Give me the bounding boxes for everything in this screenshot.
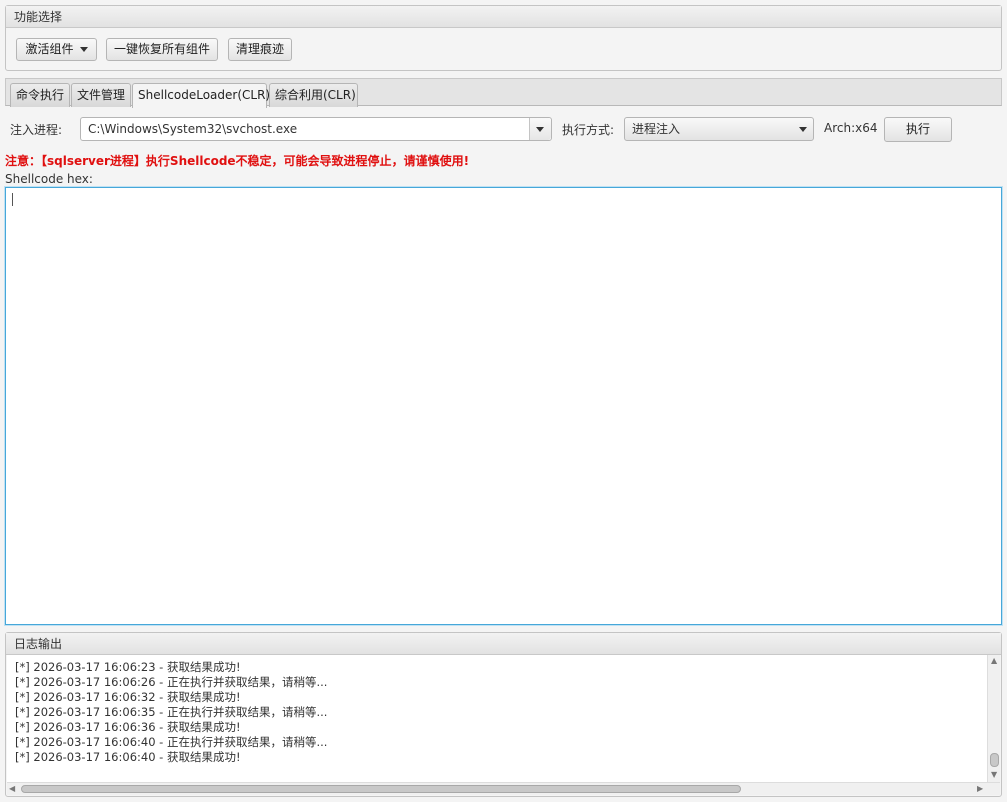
exec-method-label: 执行方式: [562, 123, 615, 137]
execute-button[interactable]: 执行 [884, 117, 952, 142]
inject-process-value: C:\Windows\System32\svchost.exe [88, 122, 298, 136]
log-line: [*] 2026-03-17 16:06:23 - 获取结果成功! [15, 660, 241, 674]
shellcode-hex-textarea[interactable] [5, 187, 1002, 625]
tab-comprehensive-use[interactable]: 综合利用(CLR) [269, 83, 358, 107]
tab-file-manager[interactable]: 文件管理 [71, 83, 131, 107]
scroll-left-icon[interactable]: ◀ [9, 784, 15, 794]
chevron-down-icon [79, 47, 88, 52]
log-output-textarea[interactable]: [*] 2026-03-17 16:06:23 - 获取结果成功! [*] 20… [7, 655, 1000, 782]
scroll-up-icon[interactable]: ▲ [991, 656, 997, 666]
function-select-pane: 功能选择 激活组件 一键恢复所有组件 清理痕迹 [5, 5, 1002, 71]
exec-method-value: 进程注入 [632, 122, 681, 136]
log-horizontal-scrollbar[interactable]: ◀ ▶ [7, 782, 1000, 795]
shellcode-hex-label: Shellcode hex: [5, 172, 93, 186]
warning-message: 注意：【sqlserver进程】执行Shellcode不稳定，可能会导致进程停止… [5, 154, 470, 168]
log-line: [*] 2026-03-17 16:06:35 - 正在执行并获取结果，请稍等.… [15, 705, 328, 719]
log-output-pane: 日志输出 [*] 2026-03-17 16:06:23 - 获取结果成功! [… [5, 632, 1002, 797]
chevron-down-icon [799, 127, 807, 132]
function-select-title: 功能选择 [6, 6, 1001, 28]
activate-component-label: 激活组件 [25, 42, 74, 56]
log-lines: [*] 2026-03-17 16:06:23 - 获取结果成功! [*] 20… [7, 655, 982, 765]
log-line: [*] 2026-03-17 16:06:32 - 获取结果成功! [15, 690, 241, 704]
inject-process-dropdown-button[interactable] [529, 118, 551, 140]
text-cursor [12, 193, 13, 206]
log-line: [*] 2026-03-17 16:06:40 - 正在执行并获取结果，请稍等.… [15, 735, 328, 749]
scroll-right-icon[interactable]: ▶ [977, 784, 983, 794]
tab-command-exec[interactable]: 命令执行 [10, 83, 70, 107]
vertical-scroll-thumb[interactable] [990, 753, 999, 767]
log-line: [*] 2026-03-17 16:06:40 - 获取结果成功! [15, 750, 241, 764]
inject-process-label: 注入进程: [10, 123, 63, 137]
restore-all-button[interactable]: 一键恢复所有组件 [106, 38, 218, 61]
chevron-down-icon [536, 127, 544, 132]
log-line: [*] 2026-03-17 16:06:26 - 正在执行并获取结果，请稍等.… [15, 675, 328, 689]
tab-bar: 命令执行 文件管理 ShellcodeLoader(CLR) 综合利用(CLR) [5, 78, 1002, 108]
arch-label: Arch:x64 [824, 121, 878, 135]
horizontal-scroll-thumb[interactable] [21, 785, 741, 793]
activate-component-button[interactable]: 激活组件 [16, 38, 97, 61]
log-line: [*] 2026-03-17 16:06:36 - 获取结果成功! [15, 720, 241, 734]
exec-method-select[interactable]: 进程注入 [624, 117, 814, 141]
log-output-title: 日志输出 [6, 633, 1001, 655]
inject-process-combo[interactable]: C:\Windows\System32\svchost.exe [80, 117, 552, 141]
scroll-down-icon[interactable]: ▼ [991, 770, 997, 780]
tab-shellcode-loader[interactable]: ShellcodeLoader(CLR) [132, 83, 270, 108]
log-vertical-scrollbar[interactable]: ▲ ▼ [987, 655, 1000, 782]
clean-traces-button[interactable]: 清理痕迹 [228, 38, 292, 61]
